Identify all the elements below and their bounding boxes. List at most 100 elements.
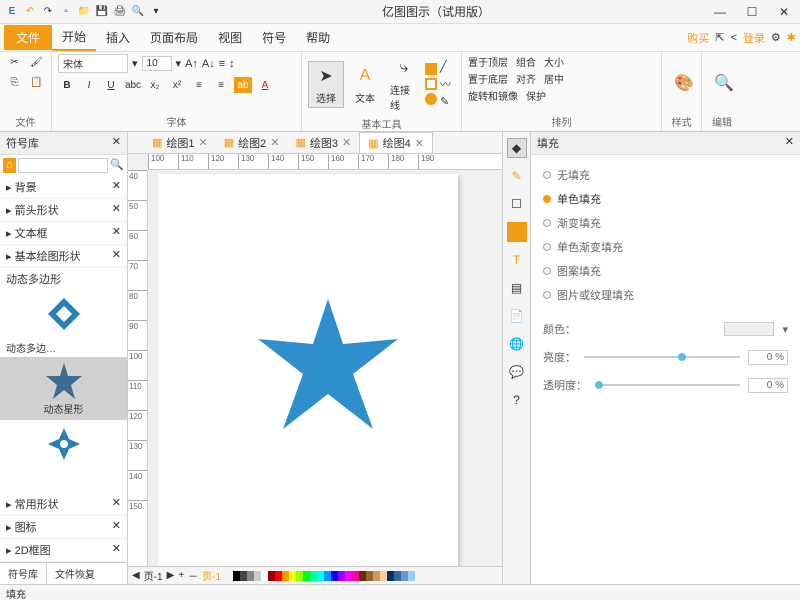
file-tab[interactable]: 文件	[4, 25, 52, 50]
page-label[interactable]: 页-1	[144, 568, 163, 583]
left-tab-lib[interactable]: 符号库	[0, 563, 47, 584]
page[interactable]	[158, 174, 458, 566]
font-size-select[interactable]: 10	[142, 56, 172, 71]
cat-bg[interactable]: ▸ 背景✕	[0, 176, 127, 199]
canvas[interactable]: 100110120130140150160170180190 405060708…	[128, 154, 502, 566]
curve-icon[interactable]: 〰	[440, 76, 451, 92]
group-btn[interactable]: 组合	[516, 54, 536, 69]
text-tool-icon[interactable]: T	[507, 250, 527, 270]
center-btn[interactable]: 居中	[544, 71, 564, 86]
shape-star4[interactable]	[0, 420, 127, 468]
font-family-select[interactable]: 宋体	[58, 54, 128, 73]
search-icon[interactable]: 🔍	[110, 158, 124, 173]
bring-top[interactable]: 置于顶层	[468, 54, 508, 69]
underline-icon[interactable]: U	[102, 77, 120, 93]
preview-icon[interactable]: 🔍	[130, 4, 146, 20]
globe-tool-icon[interactable]: 🌐	[507, 334, 527, 354]
star-shape[interactable]	[258, 294, 398, 434]
protect-btn[interactable]: 保护	[526, 88, 546, 103]
shape-diamond[interactable]	[0, 290, 127, 338]
text-tool[interactable]: A文本	[347, 62, 383, 107]
color-tool-icon[interactable]	[507, 222, 527, 242]
sub-icon[interactable]: x₂	[146, 77, 164, 93]
select-tool[interactable]: ➤选择	[308, 61, 344, 108]
doctab-1[interactable]: ▦绘图1✕	[144, 133, 216, 153]
doctab-3[interactable]: ▦绘图3✕	[288, 133, 360, 153]
bright-value[interactable]: 0 %	[748, 350, 788, 365]
highlight-icon[interactable]: ab	[234, 77, 252, 93]
cat-text[interactable]: ▸ 文本框✕	[0, 222, 127, 245]
page-add-icon[interactable]: +	[178, 570, 184, 581]
size-dropdown-icon[interactable]: ▾	[176, 57, 182, 70]
font-dropdown-icon[interactable]: ▾	[132, 57, 138, 70]
page-prev-icon[interactable]: ◀	[132, 570, 140, 581]
connector-tool[interactable]: ⤷连接线	[386, 54, 422, 114]
search-input[interactable]	[18, 158, 109, 173]
close-icon[interactable]: ✕	[772, 5, 796, 19]
edit-btn[interactable]: 🔍	[708, 69, 740, 97]
app-icon[interactable]: ✱	[787, 31, 796, 44]
rotate-btn[interactable]: 旋转和镜像	[468, 88, 518, 103]
paste-icon[interactable]: 📋	[28, 74, 46, 90]
circle-shape-icon[interactable]	[425, 93, 437, 105]
panel-close-icon[interactable]: ✕	[112, 135, 121, 151]
cat-common[interactable]: ▸ 常用形状✕	[0, 493, 127, 516]
trans-slider[interactable]	[595, 384, 740, 386]
doctab-4[interactable]: ▦绘图4✕	[359, 132, 433, 153]
print-icon[interactable]: 🖨	[112, 4, 128, 20]
align-btn[interactable]: 对齐	[516, 71, 536, 86]
opt-monograd[interactable]: 单色渐变填充	[543, 235, 788, 259]
gear-icon[interactable]: ⚙	[771, 31, 781, 44]
shape-star[interactable]: 动态星形	[0, 357, 127, 420]
left-tab-recover[interactable]: 文件恢复	[47, 563, 103, 584]
tab-start[interactable]: 开始	[52, 24, 96, 51]
align-center-icon[interactable]: ≡	[212, 77, 230, 93]
tab-symbol[interactable]: 符号	[252, 25, 296, 50]
size-btn[interactable]: 大小	[544, 54, 564, 69]
cat-2d[interactable]: ▸ 2D框图✕	[0, 539, 127, 562]
shrink-font-icon[interactable]: A↓	[202, 58, 215, 70]
layer-tool-icon[interactable]: ▤	[507, 278, 527, 298]
opt-gradient[interactable]: 渐变填充	[543, 211, 788, 235]
style-btn[interactable]: 🎨	[668, 69, 700, 97]
brush-icon[interactable]: 🖌	[28, 54, 46, 70]
opt-solid[interactable]: 单色填充	[543, 187, 788, 211]
color-picker[interactable]	[724, 322, 774, 336]
grow-font-icon[interactable]: A↑	[185, 58, 198, 70]
color-swatches[interactable]	[233, 571, 415, 581]
more-icon[interactable]: ▾	[148, 4, 164, 20]
export-icon[interactable]: ⇱	[715, 31, 724, 44]
sup-icon[interactable]: x²	[168, 77, 186, 93]
shadow-tool-icon[interactable]: ☐	[507, 194, 527, 214]
cat-arrow[interactable]: ▸ 箭头形状✕	[0, 199, 127, 222]
format-painter-icon[interactable]: ✂	[6, 54, 24, 70]
doctab-2[interactable]: ▦绘图2✕	[216, 133, 288, 153]
tab-insert[interactable]: 插入	[96, 25, 140, 50]
share-icon[interactable]: <	[730, 32, 736, 44]
opt-nofill[interactable]: 无填充	[543, 163, 788, 187]
cat-basic[interactable]: ▸ 基本绘图形状✕	[0, 245, 127, 268]
tab-layout[interactable]: 页面布局	[140, 25, 208, 50]
italic-icon[interactable]: I	[80, 77, 98, 93]
strike-icon[interactable]: abc	[124, 77, 142, 93]
rect-outline-icon[interactable]	[425, 78, 437, 90]
help-tool-icon[interactable]: ?	[507, 390, 527, 410]
font-color-icon[interactable]: A	[256, 77, 274, 93]
line-tool-icon[interactable]: ✎	[507, 166, 527, 186]
panel-close-icon[interactable]: ✕	[785, 135, 794, 151]
undo-icon[interactable]: ↶	[22, 4, 38, 20]
opt-pattern[interactable]: 图案填充	[543, 259, 788, 283]
maximize-icon[interactable]: ☐	[740, 5, 764, 19]
fill-tool-icon[interactable]: ◆	[507, 138, 527, 158]
buy-link[interactable]: 购买	[687, 30, 709, 46]
page-tool-icon[interactable]: 📄	[507, 306, 527, 326]
tab-view[interactable]: 视图	[208, 25, 252, 50]
home-icon[interactable]: ⌂	[3, 158, 16, 173]
bold-icon[interactable]: B	[58, 77, 76, 93]
pen-icon[interactable]: ✎	[440, 95, 451, 108]
close-tab-icon[interactable]: ✕	[199, 136, 208, 149]
open-icon[interactable]: 📁	[76, 4, 92, 20]
new-icon[interactable]: ▫	[58, 4, 74, 20]
line-icon[interactable]: ╱	[440, 60, 451, 73]
linespace-icon[interactable]: ↕	[229, 58, 235, 70]
